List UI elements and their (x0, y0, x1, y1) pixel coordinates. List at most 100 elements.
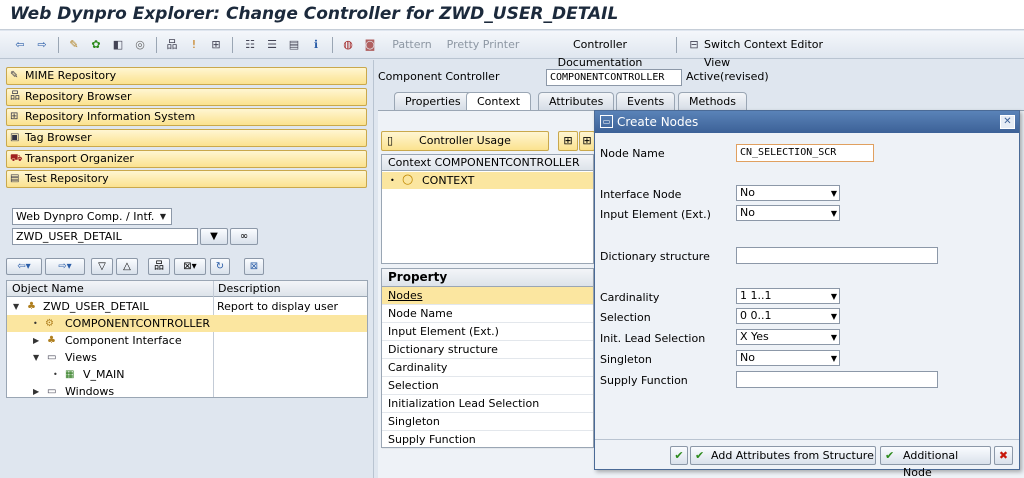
switch-context-editor-button[interactable]: Switch Context Editor View (704, 36, 850, 69)
refresh-icon: ↻ (215, 261, 225, 272)
find-next-button[interactable]: ⊞ (579, 131, 595, 151)
context-tree: Context COMPONENTCONTROLLER • ○ CONTEXT (381, 154, 594, 264)
property-row[interactable]: Cardinality (382, 359, 593, 377)
where-used-icon[interactable]: 品 (164, 36, 180, 54)
singleton-label: Singleton (600, 353, 652, 366)
table-row[interactable]: ▼ ♣ ZWD_USER_DETAIL Report to display us… (7, 298, 367, 330)
back-arrow-icon[interactable]: ⇦ (12, 36, 28, 54)
confirm-button[interactable]: ✔ (670, 446, 688, 465)
singleton-value: No (740, 351, 755, 364)
nav-test-repository[interactable]: ▤ Test Repository (6, 170, 367, 188)
tab-events[interactable]: Events (616, 92, 676, 110)
interface-node-select[interactable]: No ▼ (736, 185, 840, 201)
application-toolbar: ⇦ ⇨ ✎ ✿ ◧ ◎ 品 ! ⊞ ☷ ☰ ▤ ℹ ◍ ◙ Pattern Pr… (0, 31, 1024, 69)
other-object-button[interactable]: ⊠▾ (174, 258, 206, 275)
toggle-display-change-icon[interactable]: ✎ (66, 36, 82, 54)
activate-icon[interactable]: ◧ (110, 36, 126, 54)
table-row[interactable]: • ▦ V_MAIN (7, 366, 367, 383)
hierarchy-icon[interactable]: ☷ (242, 36, 258, 54)
session-breakpoint-icon[interactable]: ◙ (362, 36, 378, 54)
property-row[interactable]: Dictionary structure (382, 341, 593, 359)
controller-usage-button[interactable]: ▯ Controller Usage (381, 131, 549, 151)
next-object-button[interactable]: ⇨▾ (45, 258, 85, 275)
nav-repository-browser[interactable]: 品 Repository Browser (6, 88, 367, 106)
property-row[interactable]: Initialization Lead Selection (382, 395, 593, 413)
table-row[interactable]: ▶ ▭ Windows (7, 383, 367, 400)
info-marker-icon[interactable]: ! (186, 36, 202, 54)
tag-browser-icon: ▣ (10, 132, 20, 143)
property-row[interactable]: Input Element (Ext.) (382, 323, 593, 341)
context-root-row[interactable]: • ○ CONTEXT (382, 172, 593, 189)
collapse-all-button[interactable]: △ (116, 258, 138, 275)
property-row[interactable]: Node Name (382, 305, 593, 323)
refresh-button[interactable]: ↻ (210, 258, 230, 275)
property-row[interactable]: Nodes (382, 287, 593, 305)
table-row[interactable]: ▼ ▭ Views (7, 349, 367, 366)
context-editor-icon[interactable]: ⊟ (686, 36, 702, 54)
tab-attributes[interactable]: Attributes (538, 92, 615, 110)
view-icon: ▦ (65, 369, 75, 380)
node-name-input[interactable]: CN_SELECTION_SCR (736, 144, 874, 162)
close-icon[interactable]: ✕ (1000, 115, 1015, 129)
previous-object-button[interactable]: ⇦▾ (6, 258, 42, 275)
nav-tag-browser[interactable]: ▣ Tag Browser (6, 129, 367, 147)
property-row[interactable]: Singleton (382, 413, 593, 431)
display-object-button[interactable]: ∞ (230, 228, 258, 245)
close-tree-button[interactable]: ⊠ (244, 258, 264, 275)
expanded-arrow-icon[interactable]: ▼ (33, 349, 39, 366)
object-type-select[interactable]: Web Dynpro Comp. / Intf. ▼ (12, 208, 172, 225)
tree-item-label: ZWD_USER_DETAIL (43, 300, 149, 313)
context-tree-header: Context COMPONENTCONTROLLER (382, 155, 593, 171)
additional-node-button[interactable]: ✔ Additional Node (880, 446, 991, 478)
object-name-dropdown-button[interactable]: ▼ (200, 228, 228, 245)
find-button[interactable]: ⊞ (558, 131, 578, 151)
cancel-button[interactable]: ✖ (994, 446, 1013, 465)
dialog-title: Create Nodes (617, 115, 699, 129)
controller-documentation-button[interactable]: Controller Documentation (532, 36, 668, 69)
tab-methods[interactable]: Methods (678, 92, 747, 110)
display-list-icon[interactable]: ▤ (286, 36, 302, 54)
expanded-arrow-icon[interactable]: ▼ (13, 298, 19, 315)
table-row[interactable]: • ⚙ COMPONENTCONTROLLER (7, 315, 367, 332)
navigation-window-icon[interactable]: ☰ (264, 36, 280, 54)
tree-item-label: COMPONENTCONTROLLER (65, 317, 211, 330)
breakpoint-icon[interactable]: ◍ (340, 36, 356, 54)
tab-context[interactable]: Context (466, 92, 532, 110)
selection-select[interactable]: 0 0..1 ▼ (736, 308, 840, 324)
nav-item-label: Repository Information System (25, 110, 196, 123)
interface-node-label: Interface Node (600, 188, 682, 201)
cardinality-select[interactable]: 1 1..1 ▼ (736, 288, 840, 304)
check-icon[interactable]: ✿ (88, 36, 104, 54)
nav-repository-information-system[interactable]: ⊞ Repository Information System (6, 108, 367, 126)
context-node-icon: ○ (402, 172, 414, 187)
tab-properties[interactable]: Properties (394, 92, 472, 110)
forward-arrow-icon[interactable]: ⇨ (34, 36, 50, 54)
object-name-input[interactable]: ZWD_USER_DETAIL (12, 228, 198, 245)
init-lead-selection-select[interactable]: X Yes ▼ (736, 329, 840, 345)
expand-all-button[interactable]: ▽ (91, 258, 113, 275)
property-row[interactable]: Supply Function (382, 431, 593, 449)
input-element-select[interactable]: No ▼ (736, 205, 840, 221)
controller-usage-label: Controller Usage (419, 134, 511, 147)
nav-transport-organizer[interactable]: ⛟ Transport Organizer (6, 150, 367, 168)
information-icon[interactable]: ℹ (308, 36, 324, 54)
pattern-button[interactable]: Pattern (390, 36, 434, 54)
chevron-down-icon: ▼ (210, 231, 218, 242)
dictionary-structure-input[interactable] (736, 247, 938, 264)
table-row[interactable]: ▶ ♣ Component Interface (7, 332, 367, 349)
property-row[interactable]: Selection (382, 377, 593, 395)
node-name-label: Node Name (600, 147, 665, 160)
supply-function-input[interactable] (736, 371, 938, 388)
checkmark-icon: ✔ (885, 449, 895, 462)
display-object-list-icon[interactable]: ⊞ (208, 36, 224, 54)
chevron-down-icon: ▼ (830, 312, 837, 321)
collapsed-arrow-icon[interactable]: ▶ (33, 383, 39, 400)
collapsed-arrow-icon[interactable]: ▶ (33, 332, 39, 349)
singleton-select[interactable]: No ▼ (736, 350, 840, 366)
expand-icon: ▽ (98, 261, 106, 272)
test-icon[interactable]: ◎ (132, 36, 148, 54)
add-attributes-from-structure-button[interactable]: ✔ Add Attributes from Structure (690, 446, 876, 465)
hierarchy-button[interactable]: 品 (148, 258, 170, 275)
nav-mime-repository[interactable]: ✎ MIME Repository (6, 67, 367, 85)
pretty-printer-button[interactable]: Pretty Printer (446, 36, 520, 54)
